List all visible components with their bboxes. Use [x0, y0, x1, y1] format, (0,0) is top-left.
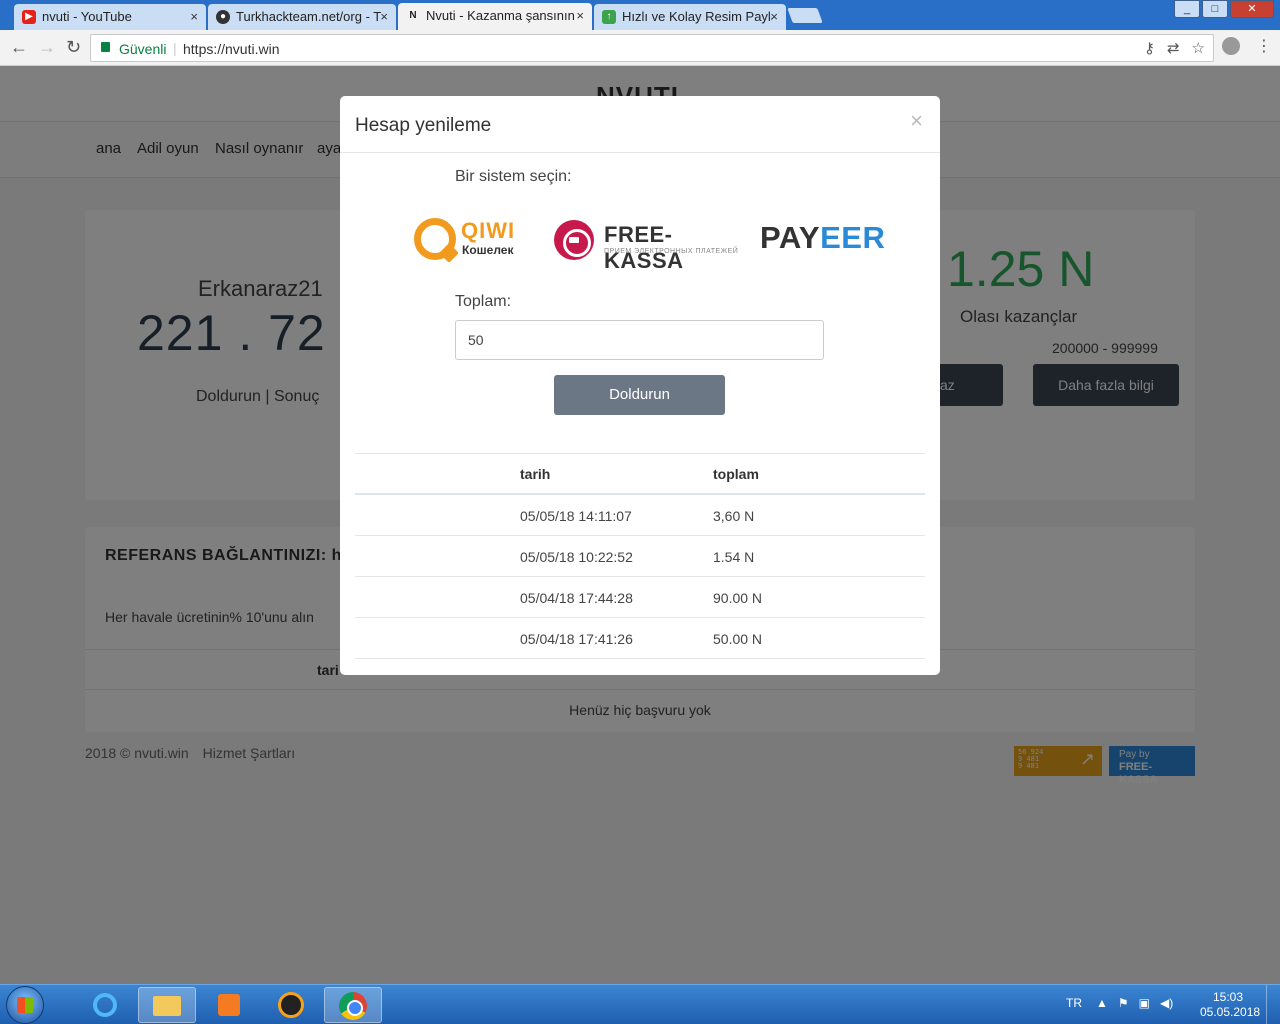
tab-close-icon[interactable]: ×: [576, 8, 584, 23]
payeer-option[interactable]: PAYEER: [760, 220, 885, 256]
volume-icon[interactable]: ◀): [1160, 996, 1173, 1010]
show-desktop-button[interactable]: [1266, 985, 1280, 1024]
table-row: 05/04/18 17:44:28 90.00 N: [355, 577, 925, 618]
freekassa-logo-icon: [554, 220, 594, 260]
media-player-icon[interactable]: [200, 987, 258, 1023]
row-total: 1.54 N: [713, 549, 755, 565]
url-input[interactable]: Güvenli | https://nvuti.win ⚷ ⇄ ☆: [90, 34, 1214, 62]
new-tab-button[interactable]: [787, 8, 823, 23]
file-explorer-icon[interactable]: [138, 987, 196, 1023]
profile-icon[interactable]: [1222, 37, 1240, 55]
clock-date: 05.05.2018: [1200, 1005, 1261, 1019]
tab-title: Turkhackteam.net/org - T: [236, 9, 382, 24]
turkhackteam-icon: ●: [216, 10, 230, 24]
total-input[interactable]: [455, 320, 824, 360]
menu-icon[interactable]: ⋮: [1256, 36, 1272, 56]
clock[interactable]: 15:03 05.05.2018: [1200, 990, 1260, 1020]
tab-close-icon[interactable]: ×: [190, 9, 198, 24]
language-indicator[interactable]: TR: [1066, 996, 1082, 1010]
history-table: tarih toplam 05/05/18 14:11:07 3,60 N 05…: [355, 453, 925, 659]
star-icon[interactable]: ☆: [1192, 39, 1205, 57]
forward-icon[interactable]: →: [38, 38, 56, 56]
modal-title: Hesap yenileme: [355, 115, 492, 136]
row-date: 05/05/18 10:22:52: [520, 549, 633, 565]
freekassa-subtitle: ПРИЕМ ЭЛЕКТРОННЫХ ПЛАТЕЖЕЙ: [604, 248, 739, 255]
table-row: 05/05/18 14:11:07 3,60 N: [355, 495, 925, 536]
url-text: https://nvuti.win: [183, 41, 280, 57]
window-controls: _ □ ✕: [1174, 0, 1274, 20]
modal-header: Hesap yenileme ×: [340, 96, 940, 153]
address-bar: ← → ↻ Güvenli | https://nvuti.win ⚷ ⇄ ☆ …: [0, 30, 1280, 66]
freekassa-option[interactable]: FREE-KASSA ПРИЕМ ЭЛЕКТРОННЫХ ПЛАТЕЖЕЙ: [554, 218, 744, 273]
url-separator: |: [173, 40, 177, 56]
maximize-icon[interactable]: □: [1202, 0, 1228, 18]
omnibox-actions: ⚷ ⇄ ☆: [1144, 39, 1205, 57]
total-label: Toplam:: [455, 293, 512, 310]
row-date: 05/04/18 17:44:28: [520, 590, 633, 606]
row-date: 05/04/18 17:41:26: [520, 631, 633, 647]
fill-button[interactable]: Doldurun: [554, 375, 725, 415]
tab-close-icon[interactable]: ×: [380, 9, 388, 24]
close-icon[interactable]: ×: [910, 108, 923, 134]
history-col-total: toplam: [713, 466, 759, 482]
taskbar: TR ▲ ⚑ ▣ ◀) 15:03 05.05.2018: [0, 984, 1280, 1024]
history-header: tarih toplam: [355, 453, 925, 495]
chrome-icon[interactable]: [324, 987, 382, 1023]
back-icon[interactable]: ←: [10, 38, 28, 56]
sync-app-icon[interactable]: [262, 987, 320, 1023]
upload-icon: ↑: [602, 10, 616, 24]
key-icon[interactable]: ⚷: [1144, 39, 1155, 57]
window-close-icon[interactable]: ✕: [1230, 0, 1274, 18]
qiwi-subtitle: Кошелек: [462, 243, 514, 257]
payeer-word-a: PAY: [760, 220, 821, 255]
browser-tab-strip: ▶ nvuti - YouTube × ● Turkhackteam.net/o…: [0, 0, 1280, 30]
system-tray: ▲ ⚑ ▣ ◀): [1096, 996, 1173, 1010]
minimize-icon[interactable]: _: [1174, 0, 1200, 18]
tab-close-icon[interactable]: ×: [770, 9, 778, 24]
tab-title: nvuti - YouTube: [42, 9, 132, 24]
translate-icon[interactable]: ⇄: [1167, 39, 1180, 57]
secure-label: Güvenli: [119, 41, 167, 57]
row-total: 50.00 N: [713, 631, 763, 647]
tab-turkhackteam[interactable]: ● Turkhackteam.net/org - T ×: [208, 4, 396, 30]
network-icon[interactable]: ▣: [1139, 996, 1150, 1010]
flag-icon[interactable]: ⚑: [1118, 996, 1129, 1010]
row-total: 90.00 N: [713, 590, 763, 606]
clock-time: 15:03: [1212, 990, 1244, 1004]
tab-nvuti[interactable]: N Nvuti - Kazanma şansının ×: [398, 3, 592, 30]
reload-icon[interactable]: ↻: [66, 38, 81, 56]
internet-explorer-icon[interactable]: [76, 987, 134, 1023]
tray-expand-icon[interactable]: ▲: [1096, 996, 1108, 1010]
qiwi-option[interactable]: QIWI Кошелек: [414, 216, 524, 266]
system-select-label: Bir sistem seçin:: [455, 168, 572, 185]
youtube-icon: ▶: [22, 10, 36, 24]
tab-image-upload[interactable]: ↑ Hızlı ve Kolay Resim Payla ×: [594, 4, 786, 30]
row-total: 3,60 N: [713, 508, 755, 524]
row-date: 05/05/18 14:11:07: [520, 508, 632, 524]
qiwi-word: QIWI: [461, 218, 516, 243]
start-button[interactable]: [6, 986, 44, 1024]
history-col-date: tarih: [520, 466, 551, 482]
tab-youtube[interactable]: ▶ nvuti - YouTube ×: [14, 4, 206, 30]
tab-title: Nvuti - Kazanma şansının: [426, 8, 575, 23]
account-topup-modal: Hesap yenileme × Bir sistem seçin: QIWI …: [340, 96, 940, 675]
payeer-word-b: EER: [820, 220, 886, 255]
lock-icon: [101, 42, 110, 52]
table-row: 05/05/18 10:22:52 1.54 N: [355, 536, 925, 577]
table-row: 05/04/18 17:41:26 50.00 N: [355, 618, 925, 659]
tab-title: Hızlı ve Kolay Resim Payla: [622, 9, 772, 24]
nvuti-icon: N: [409, 10, 417, 21]
